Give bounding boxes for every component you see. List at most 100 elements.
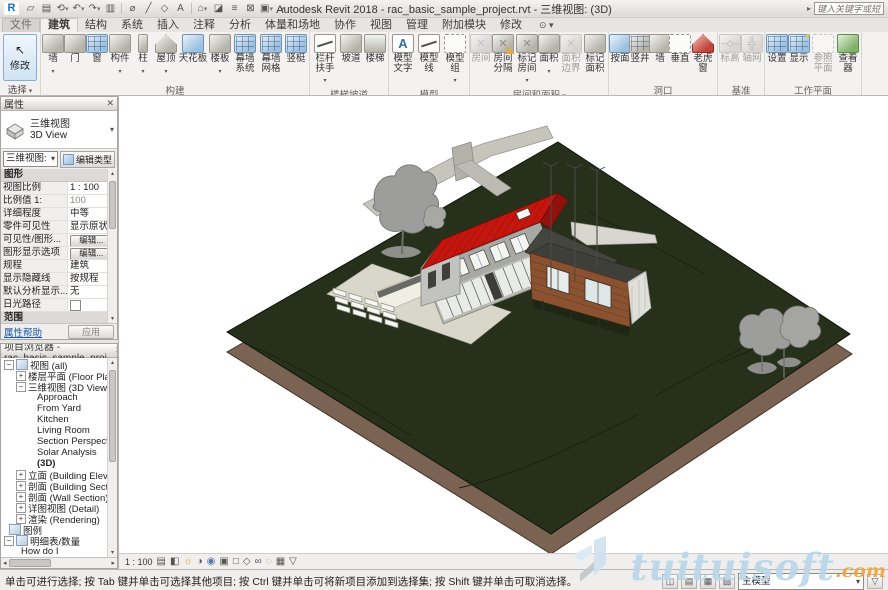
section-graphics[interactable]: 图形 [4, 169, 23, 181]
vertical-opening-button[interactable]: 垂直 [670, 32, 690, 83]
expand-icon[interactable]: + [16, 481, 26, 491]
scroll-left-icon[interactable]: ◂ [1, 559, 9, 567]
redo-icon[interactable]: ↷▾ [87, 2, 102, 15]
customize-qat-icon[interactable]: ▾ [275, 2, 290, 15]
temporary-view-properties-icon[interactable]: ▦ [276, 555, 285, 568]
shaft-opening-button[interactable]: 竖井 [630, 32, 650, 83]
expand-icon[interactable]: + [16, 470, 26, 480]
property-row[interactable]: 比例值 1:100 [1, 195, 117, 208]
collapse-icon[interactable]: − [16, 382, 26, 392]
design-option-select[interactable]: 主模型▾ [738, 573, 864, 590]
property-row[interactable]: 日光路径 [1, 299, 117, 312]
text-icon[interactable]: A [173, 2, 188, 15]
section-icon[interactable]: ◪ [211, 2, 226, 15]
model-text-button[interactable]: 模型文字 [390, 32, 416, 87]
set-work-plane-button[interactable]: 设置 [766, 32, 788, 83]
tab-collaborate[interactable]: 协作 [327, 19, 363, 32]
sun-path-icon[interactable]: ☼ [183, 555, 192, 568]
revit-logo[interactable]: R [4, 2, 19, 15]
thin-lines-icon[interactable]: ≡ [227, 2, 242, 15]
design-options-icon[interactable]: ▧ [719, 574, 735, 589]
roof-button[interactable]: 屋顶 [154, 32, 178, 83]
tree-item-how-do-i[interactable]: How do I [1, 546, 117, 557]
unlocked-3d-icon[interactable]: ◇ [243, 555, 251, 568]
scroll-right-icon[interactable]: ▸ [109, 559, 117, 567]
sync-icon[interactable]: ⟲▾ [55, 2, 70, 15]
tab-analyze[interactable]: 分析 [222, 19, 258, 32]
property-row[interactable]: 图形显示选项编辑... [1, 247, 117, 260]
detail-level-icon[interactable]: ▤ [157, 555, 166, 568]
tab-annotate[interactable]: 注释 [186, 19, 222, 32]
property-row[interactable]: 规程建筑 [1, 260, 117, 273]
property-row[interactable]: 默认分析显示...无 [1, 286, 117, 299]
worksharing-display-icon[interactable]: ◫ [662, 574, 678, 589]
area-boundary-button[interactable]: 面积边界 [559, 32, 583, 87]
search-input[interactable] [814, 2, 884, 15]
tree-item-approach[interactable]: Approach [1, 392, 117, 403]
ceiling-button[interactable]: 天花板 [178, 32, 208, 83]
show-crop-icon[interactable]: □ [233, 555, 239, 568]
property-row[interactable]: 可见性/图形...编辑... [1, 234, 117, 247]
search-expand-icon[interactable]: ▸ [807, 4, 811, 13]
tab-manage[interactable]: 管理 [399, 19, 435, 32]
level-button[interactable]: 标高 [719, 32, 741, 83]
tree-item-section-perspective[interactable]: Section Perspective [1, 436, 117, 447]
property-row[interactable]: 显示隐藏线按规程 [1, 273, 117, 286]
render-icon[interactable]: ◉ [207, 555, 216, 568]
displace-elements-icon[interactable]: ▽ [289, 555, 297, 568]
browser-hscrollbar[interactable]: ◂ ▸ [1, 557, 117, 568]
wall-opening-button[interactable]: 墙 [650, 32, 670, 83]
tab-file[interactable]: 文件 [2, 18, 40, 32]
ref-plane-button[interactable]: 参照平面 [810, 32, 836, 83]
tag-area-button[interactable]: 标记面积 [583, 32, 607, 87]
property-row[interactable]: 视图比例1 : 100 [1, 182, 117, 195]
tree-item-renderings[interactable]: +渲染 (Rendering) [1, 513, 117, 524]
modify-button[interactable]: ↖ 修改 [3, 34, 37, 81]
column-button[interactable]: 柱 [132, 32, 154, 83]
collapse-icon[interactable]: − [4, 360, 14, 370]
chevron-down-icon[interactable]: ▾ [110, 125, 114, 134]
floor-button[interactable]: 楼板 [208, 32, 232, 83]
type-selector[interactable]: 三维视图 3D View ▾ [1, 111, 117, 149]
wall-button[interactable]: 墙 [42, 32, 64, 83]
stair-button[interactable]: 楼梯 [363, 32, 387, 87]
property-row[interactable]: 零件可见性显示原状态 [1, 221, 117, 234]
default-3d-view-icon[interactable]: ⌂▾ [195, 2, 210, 15]
tree-item-from-yard[interactable]: From Yard [1, 403, 117, 414]
open-icon[interactable]: ▱ [23, 2, 38, 15]
door-button[interactable]: 门 [64, 32, 86, 83]
tab-insert[interactable]: 插入 [150, 19, 186, 32]
mullion-button[interactable]: 竖梃 [284, 32, 308, 83]
section-extents[interactable]: 范围 [4, 312, 23, 323]
opening-by-face-button[interactable]: 按面 [610, 32, 630, 83]
viewer-button[interactable]: 查看器 [836, 32, 860, 83]
dormer-opening-button[interactable]: 老虎窗 [690, 32, 716, 83]
tab-modify[interactable]: 修改 [493, 19, 529, 32]
grid-button[interactable]: 轴网 [741, 32, 763, 83]
tree-item-3d-views[interactable]: −三维视图 (3D View) [1, 381, 117, 392]
aligned-dimension-icon[interactable]: ╱ [141, 2, 156, 15]
curtain-system-button[interactable]: 幕墙系统 [232, 32, 258, 83]
tab-architecture[interactable]: 建筑 [40, 18, 78, 32]
component-button[interactable]: 构件 [108, 32, 132, 83]
shadows-icon[interactable]: ◑ [197, 555, 203, 568]
tab-view[interactable]: 视图 [363, 19, 399, 32]
reveal-hidden-icon[interactable]: ◌ [266, 555, 272, 568]
select-panel-label[interactable]: 选择 [0, 82, 40, 95]
ribbon-display-toggle-icon[interactable]: ⊙ ▾ [539, 19, 554, 32]
tree-item-schedules[interactable]: −明细表/数量 [1, 535, 117, 546]
close-hidden-windows-icon[interactable]: ⊠ [243, 2, 258, 15]
close-icon[interactable]: ✕ [115, 345, 118, 356]
tag-room-button[interactable]: 标记房间 [515, 32, 539, 87]
edit-type-button[interactable]: 编辑类型 [60, 151, 115, 168]
visual-style-icon[interactable]: ◧ [170, 555, 179, 568]
undo-icon[interactable]: ↶▾ [71, 2, 86, 15]
browser-scrollbar[interactable]: ▴▾ [107, 358, 117, 557]
expand-icon[interactable]: + [16, 492, 26, 502]
expand-icon[interactable]: + [16, 503, 26, 513]
view-filter-combo[interactable]: 三维视图: (3D)▾ [3, 151, 58, 167]
tree-item-living-room[interactable]: Living Room [1, 425, 117, 436]
ramp-button[interactable]: 坡道 [339, 32, 363, 87]
room-button[interactable]: 房间 [471, 32, 491, 87]
tag-icon[interactable]: ◇ [157, 2, 172, 15]
